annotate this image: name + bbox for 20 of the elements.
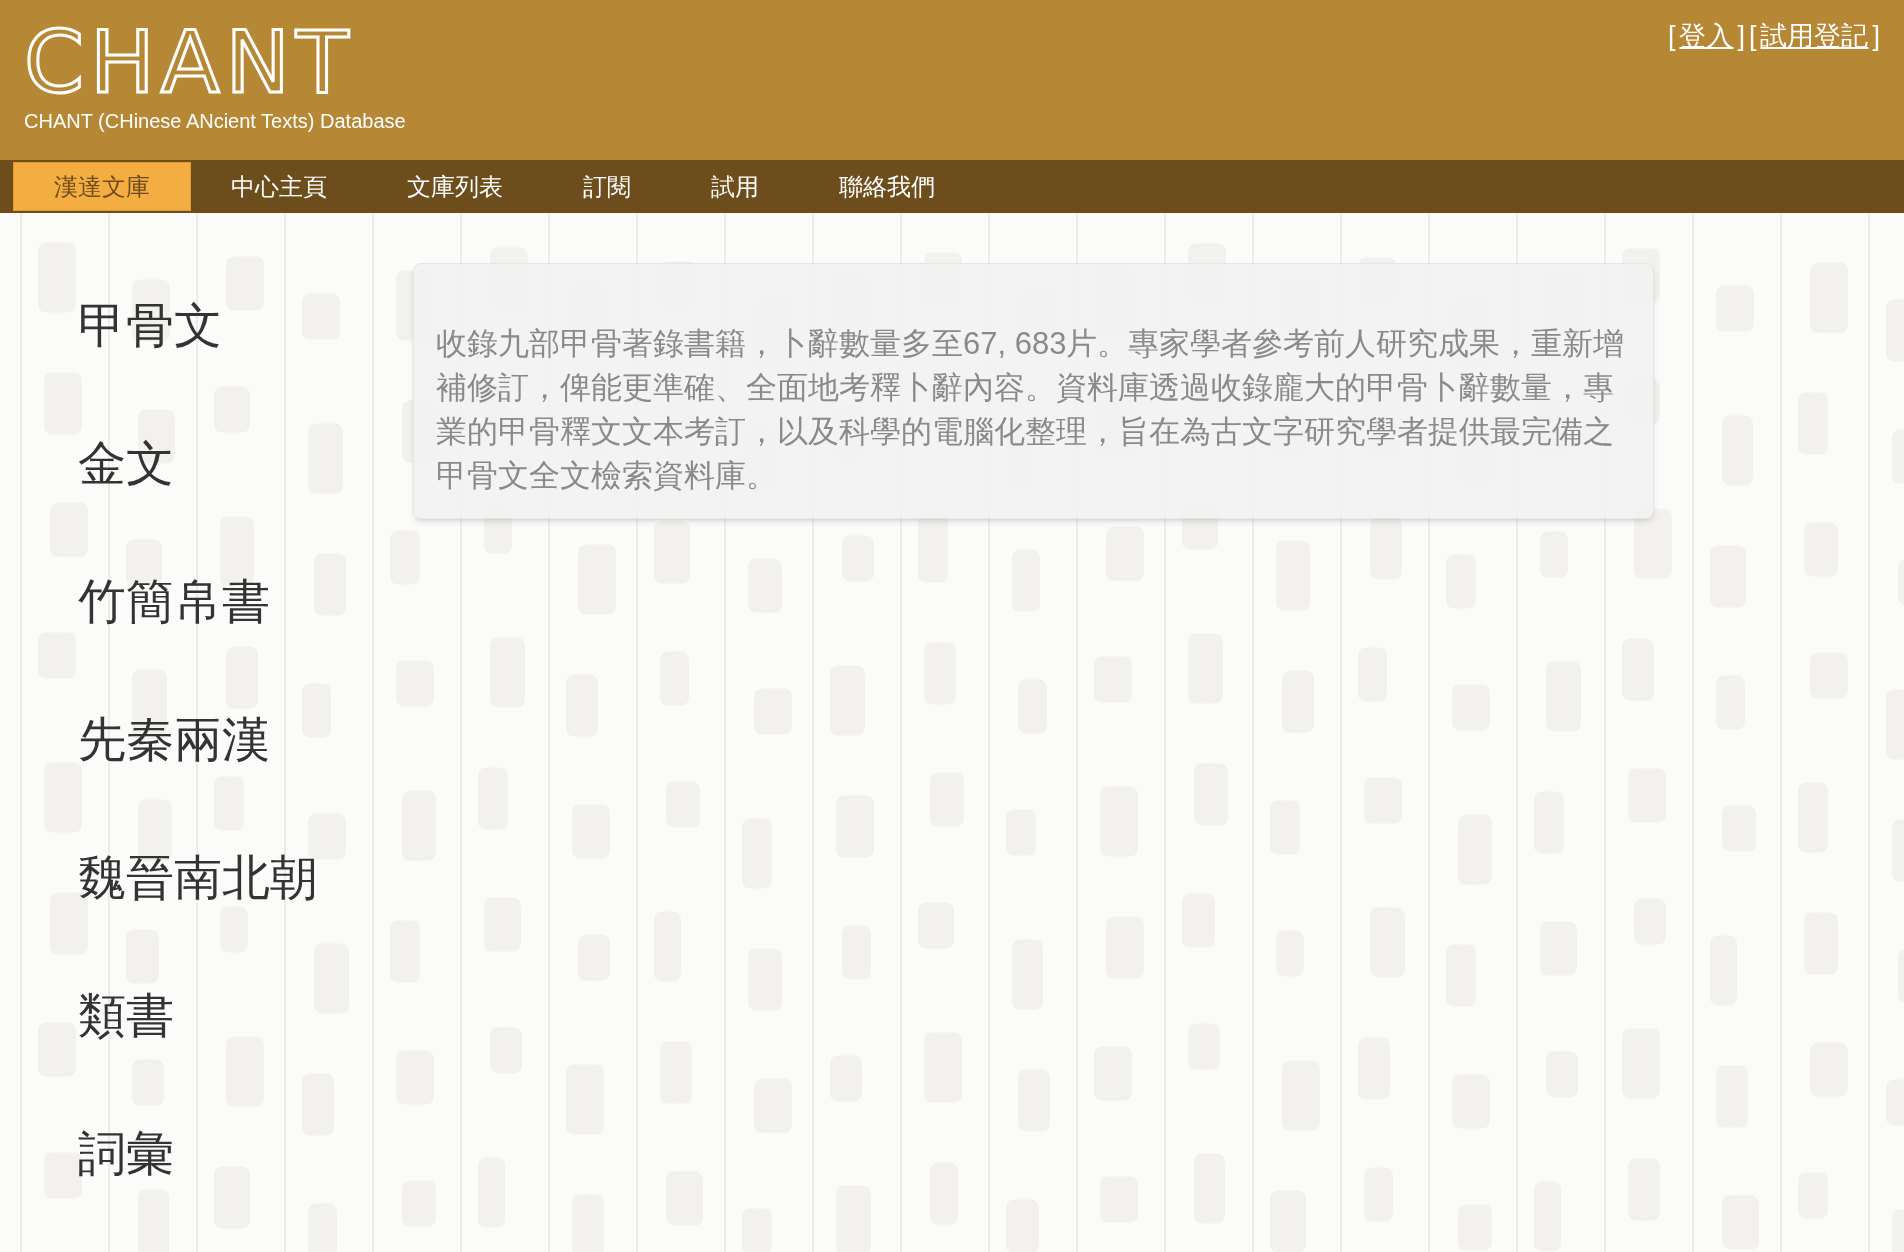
bracket: ]	[1737, 20, 1745, 53]
category-link[interactable]: 甲骨文	[78, 298, 318, 354]
nav-tab[interactable]: 漢達文庫	[13, 162, 191, 211]
logo: CHANT	[24, 22, 356, 102]
bracket: [	[1667, 20, 1676, 53]
bracket: ]	[1872, 20, 1880, 53]
category-link[interactable]: 詞彙	[78, 1126, 318, 1182]
bracket: [	[1748, 20, 1757, 53]
category-link[interactable]: 金文	[78, 436, 318, 492]
nav-tab[interactable]: 試用	[671, 160, 799, 213]
nav-tab[interactable]: 訂閱	[543, 160, 671, 213]
nav-tab[interactable]: 文庫列表	[367, 160, 543, 213]
category-link[interactable]: 魏晉南北朝	[78, 850, 318, 906]
category-link[interactable]: 先秦兩漢	[78, 712, 318, 768]
category-link[interactable]: 類書	[78, 988, 318, 1044]
nav-tab[interactable]: 中心主頁	[191, 160, 367, 213]
nav-tab[interactable]: 聯絡我們	[799, 160, 975, 213]
description-text: 收錄九部甲骨著錄書籍，卜辭數量多至67, 683片。專家學者參考前人研究成果，重新增補修訂，俾能更準確、全面地考釋卜辭內容。資料庫透過收錄龐大的甲骨卜辭數量，專業的甲骨釋文文本考訂，以及科學的電腦化整理，旨在為古文字研究學者提供最完備之甲骨文全文檢索資料庫。	[436, 325, 1626, 495]
logo-subtitle: CHANT (CHinese ANcient Texts) Database	[24, 109, 406, 134]
category-link[interactable]: 竹簡帛書	[78, 574, 318, 630]
